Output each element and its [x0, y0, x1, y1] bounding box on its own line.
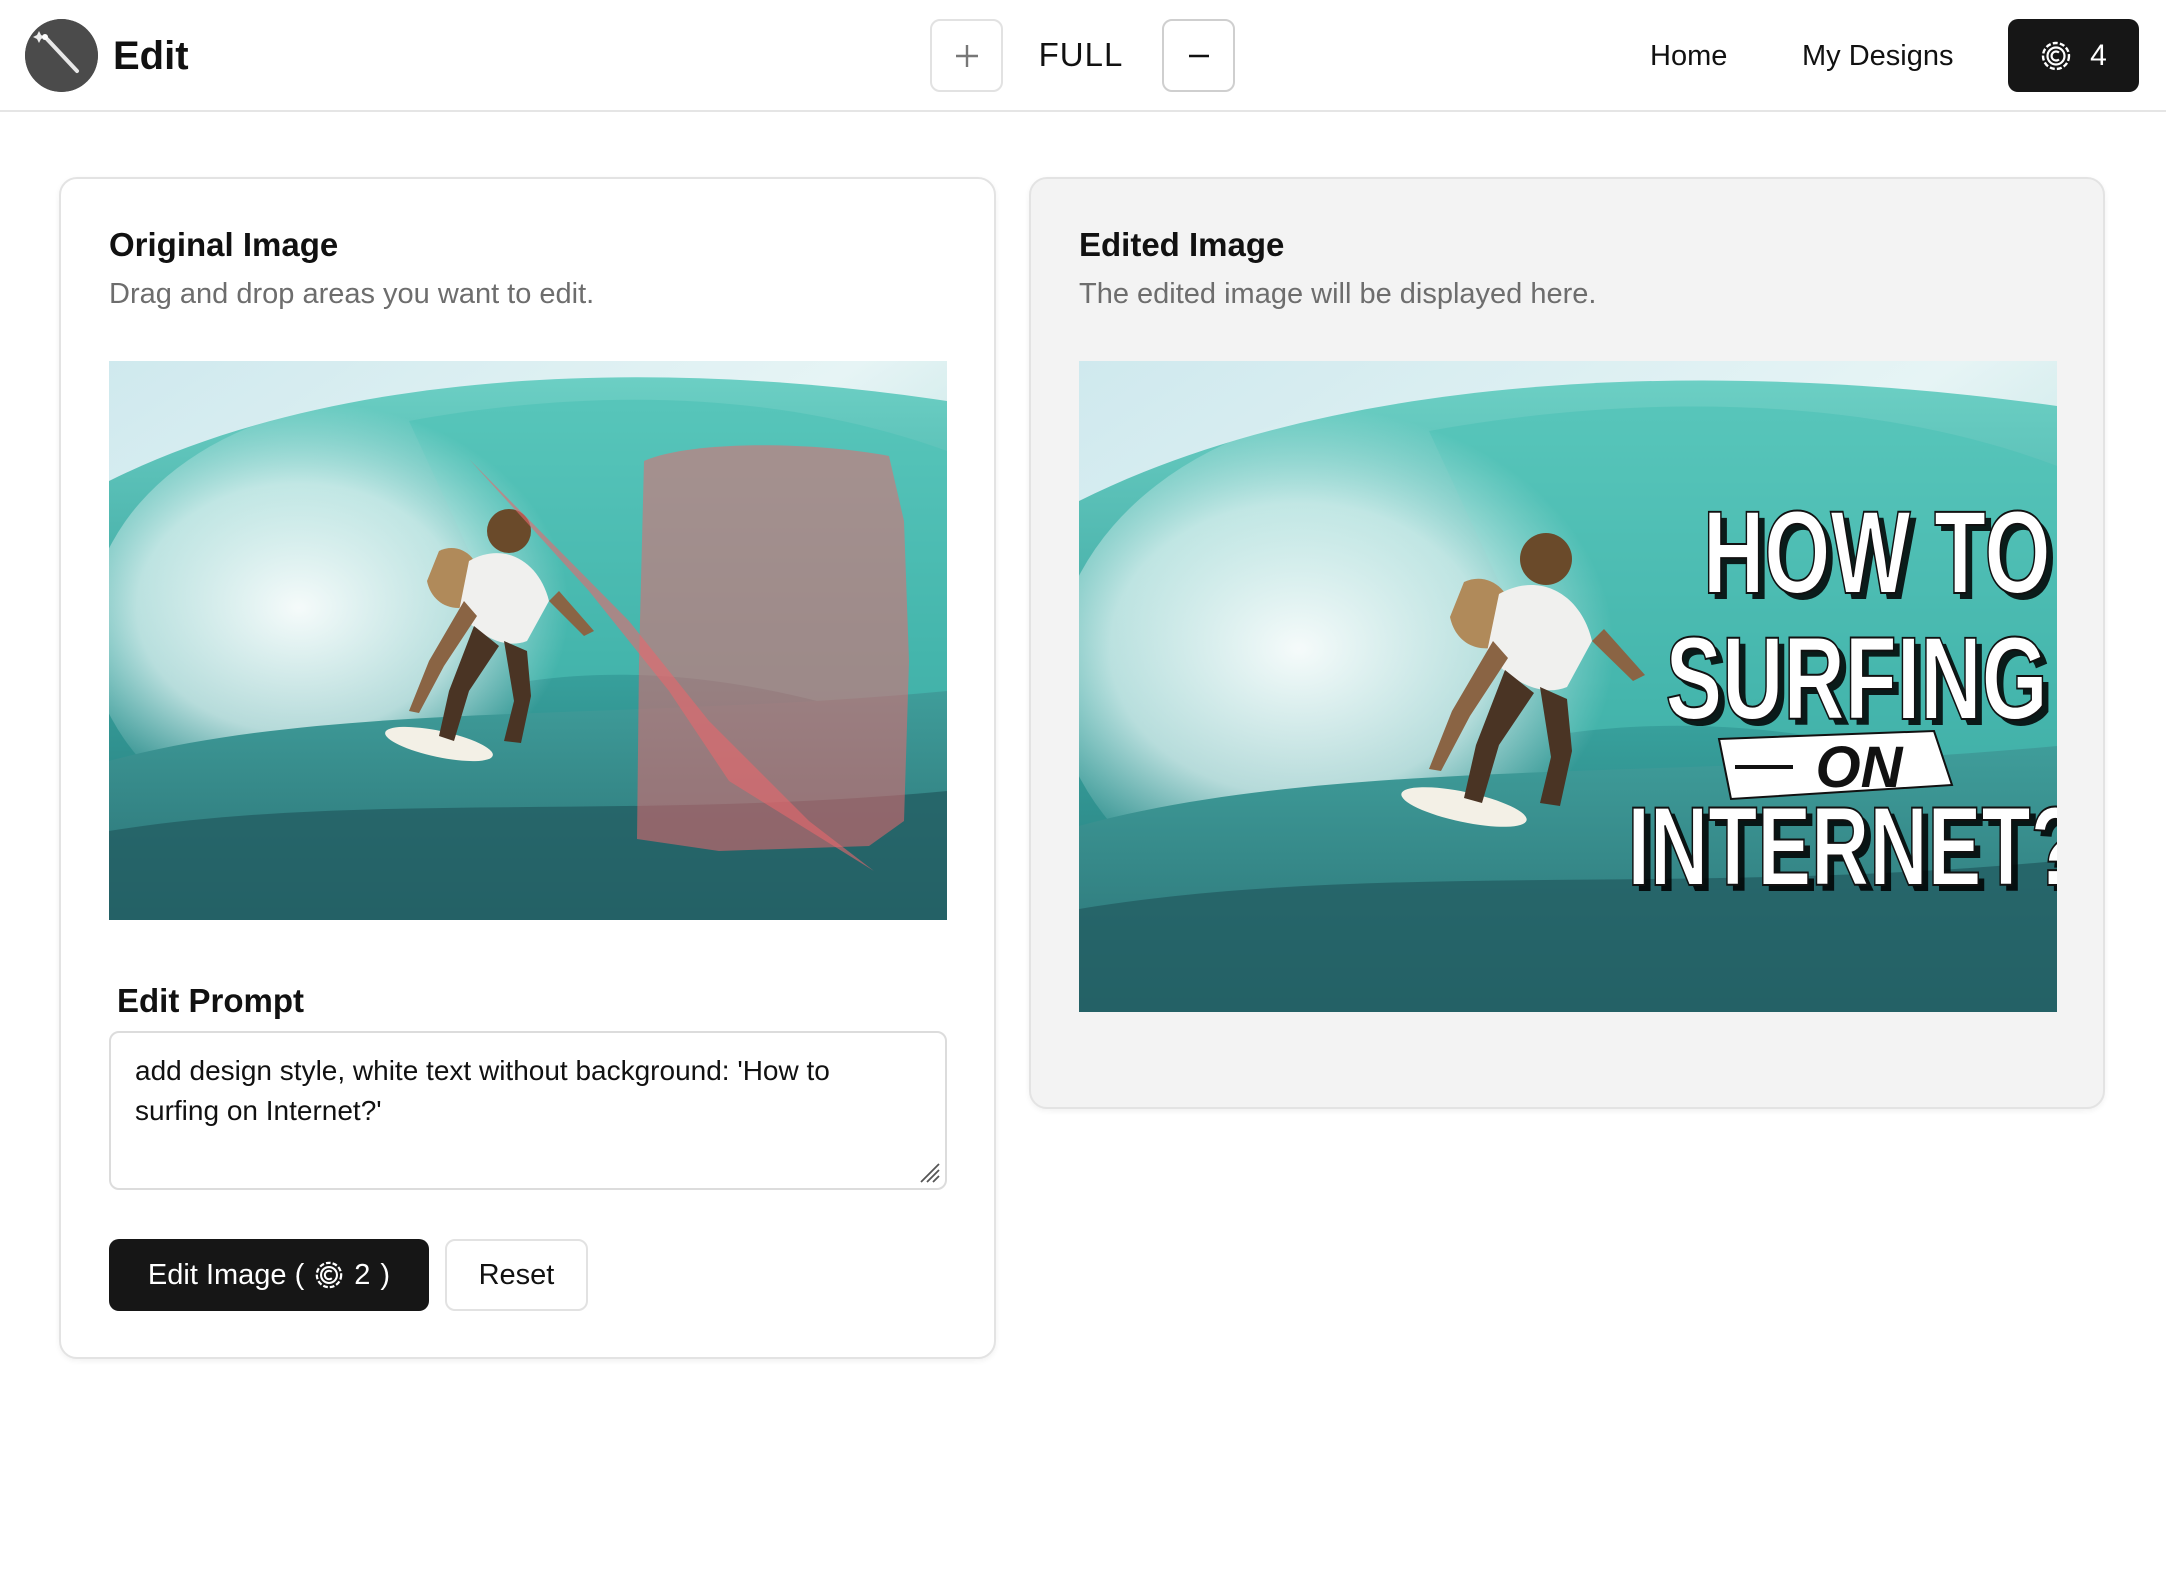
edit-image-label: Edit Image (	[147, 1258, 305, 1291]
nav-my-designs-link[interactable]: My Designs	[1802, 34, 1954, 78]
app-title: Edit	[113, 34, 189, 78]
original-image-title: Original Image	[109, 226, 339, 263]
zoom-in-button[interactable]	[930, 19, 1003, 92]
edit-prompt-textarea[interactable]: add design style, white text without bac…	[109, 1031, 947, 1190]
resize-grip-icon[interactable]	[917, 1160, 941, 1184]
magic-wand-icon[interactable]	[25, 19, 98, 92]
reset-button[interactable]: Reset	[445, 1239, 588, 1311]
credits-count: 4	[2090, 38, 2107, 72]
overlay-line1: HOW TO	[1703, 486, 2051, 618]
edited-image-result: HOW TO HOW TO SURFING SURFING ON INTERNE…	[1079, 361, 2057, 1012]
edit-prompt-label: Edit Prompt	[117, 982, 304, 1019]
original-image-canvas[interactable]	[109, 361, 947, 920]
zoom-level: FULL	[1038, 36, 1124, 73]
zoom-out-button[interactable]	[1162, 19, 1235, 92]
credit-coin-icon	[2040, 40, 2072, 72]
credit-coin-icon	[314, 1260, 344, 1290]
overlay-line4: INTERNET?	[1628, 784, 2057, 909]
plus-icon	[955, 44, 978, 67]
overlay-line2: SURFING	[1665, 612, 2047, 744]
original-image-card: Original Image Drag and drop areas you w…	[59, 177, 996, 1359]
edit-image-button[interactable]: Edit Image ( 2 )	[109, 1239, 429, 1311]
top-header: Edit FULL Home My Designs 4	[0, 0, 2166, 112]
minus-icon	[1188, 54, 1209, 57]
nav-home-link[interactable]: Home	[1650, 34, 1727, 78]
edit-image-cost: 2	[354, 1258, 371, 1291]
edited-image-subtitle: The edited image will be displayed here.	[1079, 278, 1597, 310]
edited-image-title: Edited Image	[1079, 226, 1285, 263]
edited-image-card: Edited Image The edited image will be di…	[1029, 177, 2105, 1109]
edit-image-label-end: )	[380, 1258, 391, 1291]
credits-button[interactable]: 4	[2008, 19, 2139, 92]
edit-prompt-value: add design style, white text without bac…	[135, 1055, 830, 1126]
original-image-subtitle: Drag and drop areas you want to edit.	[109, 278, 595, 310]
